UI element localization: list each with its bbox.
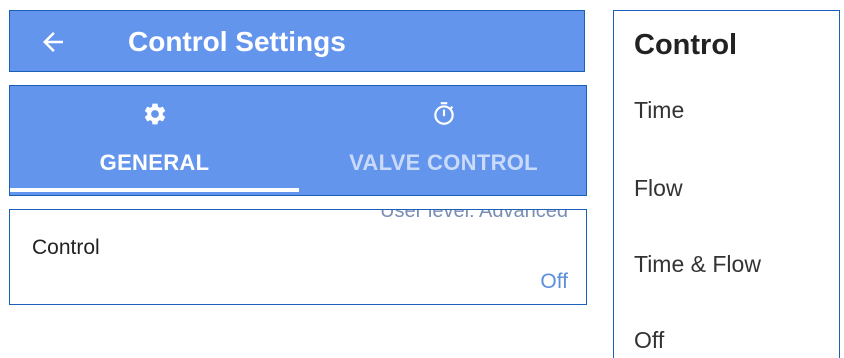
arrow-left-icon[interactable] xyxy=(38,27,68,57)
stopwatch-icon xyxy=(433,102,454,125)
menu-title: Control xyxy=(634,29,738,61)
active-tab-indicator xyxy=(10,188,299,192)
control-options-menu: Control Time Flow Time & Flow Off xyxy=(613,10,840,358)
page-title: Control Settings xyxy=(128,26,346,57)
menu-item-time-and-flow[interactable]: Time & Flow xyxy=(634,251,761,278)
gear-icon xyxy=(144,103,165,125)
menu-item-flow[interactable]: Flow xyxy=(634,175,683,202)
control-setting-row[interactable]: User level: Advanced Control Off xyxy=(9,209,587,305)
app-screen: Control Settings GENERAL VALVE CONTROL U… xyxy=(0,0,844,358)
tab-valve-control[interactable]: VALVE CONTROL xyxy=(299,86,588,195)
setting-label: Control xyxy=(32,236,100,259)
tab-valve-control-label: VALVE CONTROL xyxy=(349,150,538,175)
app-header: Control Settings xyxy=(9,10,585,72)
tab-general-label: GENERAL xyxy=(99,150,210,175)
tab-general[interactable]: GENERAL xyxy=(10,86,299,195)
tab-bar: GENERAL VALVE CONTROL xyxy=(9,85,587,196)
menu-item-off[interactable]: Off xyxy=(634,327,664,354)
menu-item-time[interactable]: Time xyxy=(634,97,684,124)
setting-value: Off xyxy=(540,270,568,293)
user-level-text: User level: Advanced xyxy=(380,209,568,222)
